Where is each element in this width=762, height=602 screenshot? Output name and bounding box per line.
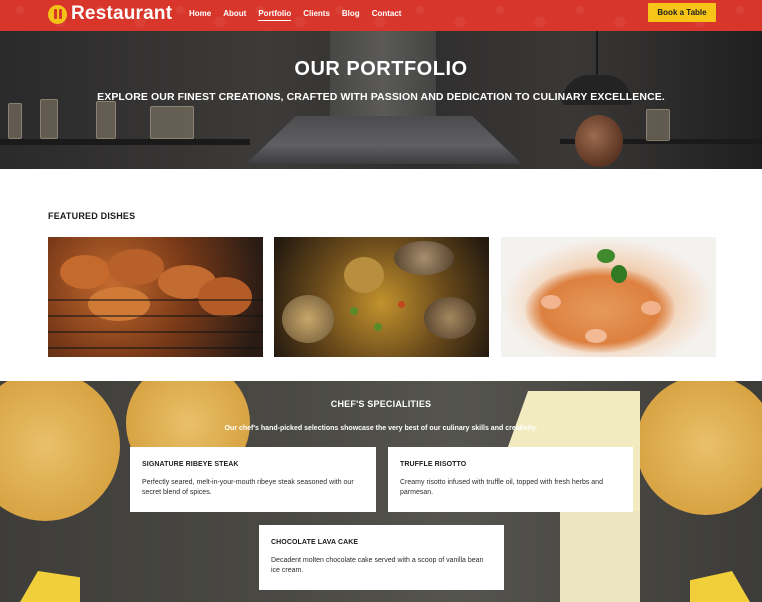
nav-link-blog[interactable]: Blog xyxy=(342,9,360,21)
hero-jar xyxy=(646,109,670,141)
logo-text: Restaurant xyxy=(71,3,173,24)
chicken-piece xyxy=(60,255,110,289)
dish-image-paella[interactable] xyxy=(274,237,489,357)
clam xyxy=(424,297,476,339)
hero-copper-pot xyxy=(575,115,623,167)
shrimp xyxy=(585,329,607,343)
basil-leaf xyxy=(597,249,615,263)
hero-title: OUR PORTFOLIO xyxy=(294,58,468,80)
cheese-decor xyxy=(560,511,640,602)
speciality-card-text: Creamy risotto infused with truffle oil,… xyxy=(400,479,603,496)
nav-link-home[interactable]: Home xyxy=(189,9,211,21)
hero-range-hood xyxy=(246,116,522,164)
shrimp xyxy=(641,301,661,315)
basil-leaf xyxy=(611,265,627,283)
speciality-card[interactable]: TRUFFLE RISOTTO Creamy risotto infused w… xyxy=(388,447,633,512)
butter-decor xyxy=(690,571,750,602)
speciality-card-title: SIGNATURE RIBEYE STEAK xyxy=(142,461,239,468)
grill-bar xyxy=(48,315,263,317)
speciality-card[interactable]: CHOCOLATE LAVA CAKE Decadent molten choc… xyxy=(259,525,504,590)
speciality-card-title: TRUFFLE RISOTTO xyxy=(400,461,467,468)
pea xyxy=(374,323,382,331)
grill-bar xyxy=(48,347,263,349)
hero-jar xyxy=(150,106,194,139)
hero-jar xyxy=(96,101,116,139)
hero-jar xyxy=(40,99,58,139)
clam xyxy=(282,295,334,343)
nav-link-about[interactable]: About xyxy=(223,9,246,21)
shrimp xyxy=(541,295,561,309)
speciality-card-text: Perfectly seared, melt-in-your-mouth rib… xyxy=(142,479,354,496)
grill-bar xyxy=(48,299,263,301)
hero-jar xyxy=(8,103,22,139)
logo[interactable]: Restaurant xyxy=(48,3,172,25)
nav-link-clients[interactable]: Clients xyxy=(303,9,330,21)
nav-links: Home About Portfolio Clients Blog Contac… xyxy=(189,9,413,21)
hero-shelf-left xyxy=(0,139,250,145)
butter-decor xyxy=(20,571,80,602)
specialities-subtitle: Our chef's hand-picked selections showca… xyxy=(224,425,538,432)
specialities-heading: CHEF'S SPECIALITIES xyxy=(330,399,432,409)
dish-image-shrimp-spaghetti[interactable] xyxy=(501,237,716,357)
speciality-card[interactable]: SIGNATURE RIBEYE STEAK Perfectly seared,… xyxy=(130,447,376,512)
grill-bar xyxy=(48,331,263,333)
speciality-card-text: Decadent molten chocolate cake served wi… xyxy=(271,557,484,574)
rice-mound xyxy=(344,257,384,293)
fork-knife-icon xyxy=(48,4,67,24)
clam xyxy=(394,241,454,275)
pepper-bit xyxy=(398,301,405,308)
chicken-piece xyxy=(108,249,164,285)
nav-link-contact[interactable]: Contact xyxy=(372,9,402,21)
nav-link-portfolio[interactable]: Portfolio xyxy=(258,9,292,21)
chicken-piece xyxy=(198,277,252,317)
featured-heading: FEATURED DISHES xyxy=(48,211,136,221)
hero-subtitle: EXPLORE OUR FINEST CREATIONS, CRAFTED WI… xyxy=(97,91,665,103)
dish-image-grilled-chicken[interactable] xyxy=(48,237,263,357)
speciality-card-title: CHOCOLATE LAVA CAKE xyxy=(271,539,359,546)
book-table-button[interactable]: Book a Table xyxy=(648,3,716,22)
navbar: Restaurant Home About Portfolio Clients … xyxy=(0,0,762,31)
pea xyxy=(350,307,358,315)
